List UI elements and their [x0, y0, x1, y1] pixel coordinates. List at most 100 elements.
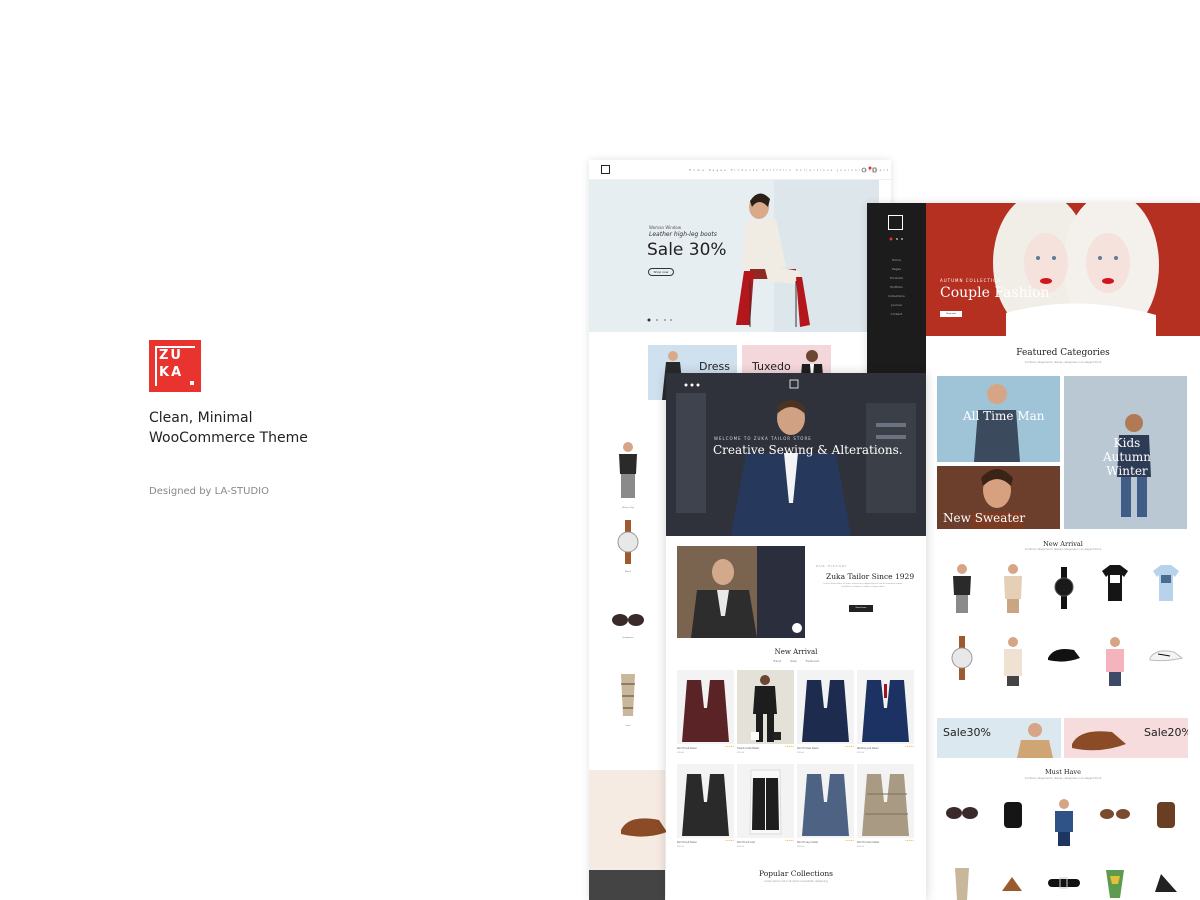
product-card[interactable]: Slim fit dress blazer $99.00 ★★★★★	[797, 670, 854, 754]
product-tile[interactable]	[988, 636, 1038, 690]
product-watch[interactable]: Watch	[603, 520, 653, 573]
hero-sale-title: Sale 30%	[647, 240, 727, 260]
rating-stars: ★★★★★	[905, 746, 914, 748]
rating-stars: ★★★★★	[845, 746, 854, 748]
history-paragraph: Lorem ipsum dolor sit amet consectetur a…	[823, 583, 903, 588]
product-tile[interactable]	[1039, 875, 1089, 895]
product-tile[interactable]	[988, 563, 1038, 617]
promo-sale-30[interactable]: Sale30%	[937, 718, 1061, 758]
product-tile[interactable]	[1090, 868, 1140, 900]
category-new-sweater[interactable]: New Sweater	[937, 466, 1060, 529]
black-watch-image	[1054, 567, 1074, 609]
denim-model-image	[1055, 799, 1073, 846]
product-tile[interactable]	[1090, 563, 1140, 607]
product-scarf[interactable]: Scarf	[603, 672, 653, 727]
hero-title: Couple Fashion	[940, 285, 1050, 301]
product-tile[interactable]	[937, 563, 987, 617]
hero-shop-button[interactable]: Shop now	[648, 268, 674, 276]
sidebar-social-icons[interactable]	[889, 237, 905, 241]
popular-collections-title: Popular Collections	[758, 869, 834, 878]
tab-sale[interactable]: Sale	[790, 659, 796, 663]
sidebar-item[interactable]: Portfolio	[867, 283, 926, 292]
sidebar-item[interactable]: Products	[867, 274, 926, 283]
promo-sale-20[interactable]: Sale20%	[1064, 718, 1188, 758]
blazer-blue-image	[862, 680, 909, 742]
product-tile[interactable]	[937, 868, 987, 900]
featured-categories-subtitle: Combine categories to display categories…	[1024, 361, 1102, 364]
product-tile[interactable]	[1090, 805, 1140, 827]
product-tile[interactable]	[1039, 563, 1089, 617]
tailor-hero-banner: WELCOME TO ZUKA TAILOR STORE Creative Se…	[666, 373, 926, 536]
sidebar-item[interactable]: Home	[867, 256, 926, 265]
product-tile[interactable]	[937, 636, 987, 684]
slider-dots[interactable]	[647, 318, 677, 322]
sneaker-image	[1149, 650, 1184, 662]
sunglasses-image	[946, 807, 978, 819]
product-card[interactable]: Slim fit suit blazer $99.00 ★★★★★	[677, 764, 734, 848]
hero-shop-button[interactable]: Shop now	[940, 311, 962, 317]
product-price: $99.00	[797, 752, 804, 754]
rating-stars: ★★★★★	[845, 840, 854, 842]
mockup-hero-banner: Woman Window Leather high-leg boots Sale…	[589, 180, 879, 332]
product-tile[interactable]	[1090, 636, 1140, 690]
promo-label: Sale30%	[943, 726, 991, 739]
product-price: $99.00	[857, 752, 864, 754]
blazer-burgundy-image	[682, 680, 729, 742]
product-caption: Scarf	[625, 725, 631, 727]
tailor-history-image	[677, 546, 805, 638]
new-arrival-title: New Arrival	[1043, 540, 1083, 548]
read-more-button[interactable]: Read more	[849, 605, 873, 612]
rating-stars: ★★★★★	[725, 840, 734, 842]
category-all-time-man[interactable]: All Time Man	[937, 376, 1060, 462]
scarf-image	[955, 868, 969, 900]
pink-sweater-image	[1106, 637, 1124, 686]
product-caption: Women Top	[622, 507, 634, 509]
product-women-top[interactable]: Women Top	[603, 440, 653, 509]
sunglasses-brown-image	[1100, 809, 1130, 819]
scarf-image	[621, 674, 635, 716]
sunglasses-image	[612, 614, 644, 626]
sidebar-item[interactable]: Pages	[867, 265, 926, 274]
tuxedo-model-image	[751, 675, 781, 742]
product-tile[interactable]	[1141, 868, 1191, 900]
blazer-navy-image	[802, 680, 849, 742]
colorful-scarf-image	[1106, 870, 1124, 898]
product-card[interactable]: Slim fit check blazer $99.00 ★★★★★	[857, 764, 914, 848]
category-kids-autumn-winter[interactable]: Kids Autumn Winter	[1064, 376, 1187, 529]
product-tile[interactable]	[1141, 644, 1191, 668]
product-sunglasses[interactable]: Sunglasses	[603, 610, 653, 639]
hero-kicker: Woman Window	[649, 225, 682, 230]
product-price: $99.00	[737, 846, 744, 848]
product-card[interactable]: Slim fit suit blazer $99.00 ★★★★★	[677, 670, 734, 754]
history-kicker: OUR HISTORY	[816, 564, 848, 568]
sidebar-item[interactable]: Journal	[867, 301, 926, 310]
promo-model-image	[1017, 723, 1053, 758]
cardigan-image	[1004, 637, 1022, 686]
hero-title: Creative Sewing & Alterations.	[713, 443, 903, 457]
couple-image	[993, 203, 1159, 336]
product-card[interactable]: Slim fit suit vest $99.00 ★★★★★	[737, 764, 794, 848]
sidebar-item[interactable]: Collections	[867, 292, 926, 301]
belt-image	[1048, 877, 1080, 889]
must-have-title: Must Have	[1045, 768, 1081, 776]
product-tile[interactable]	[1039, 644, 1089, 668]
shoe-banner	[589, 770, 667, 870]
product-card[interactable]: Tuxedo Collar Blazer $99.00 ★★★★★	[737, 670, 794, 754]
category-label: All Time Man	[963, 409, 1045, 423]
product-tile[interactable]	[1039, 798, 1089, 850]
product-tile[interactable]	[988, 798, 1038, 834]
sandal-image	[1155, 874, 1177, 892]
product-tile[interactable]	[937, 803, 987, 827]
product-card[interactable]: Wedding suit blazer $99.00 ★★★★★	[857, 670, 914, 754]
tab-featured[interactable]: Featured	[806, 659, 819, 663]
sidebar-item[interactable]: Contact	[867, 310, 926, 319]
product-tile[interactable]	[1141, 563, 1191, 607]
blazer-check-image	[862, 774, 909, 836]
product-card[interactable]: Slim fit navy blazer $99.00 ★★★★★	[797, 764, 854, 848]
mockup-nav: Home Pages Products Portfolio Collection…	[589, 160, 891, 180]
hero-kicker: WELCOME TO ZUKA TAILOR STORE	[714, 436, 812, 441]
leather-backpack-image	[1157, 802, 1175, 828]
product-tile[interactable]	[988, 871, 1038, 900]
product-tile[interactable]	[1141, 798, 1191, 834]
tab-trend[interactable]: Trend	[773, 659, 781, 663]
